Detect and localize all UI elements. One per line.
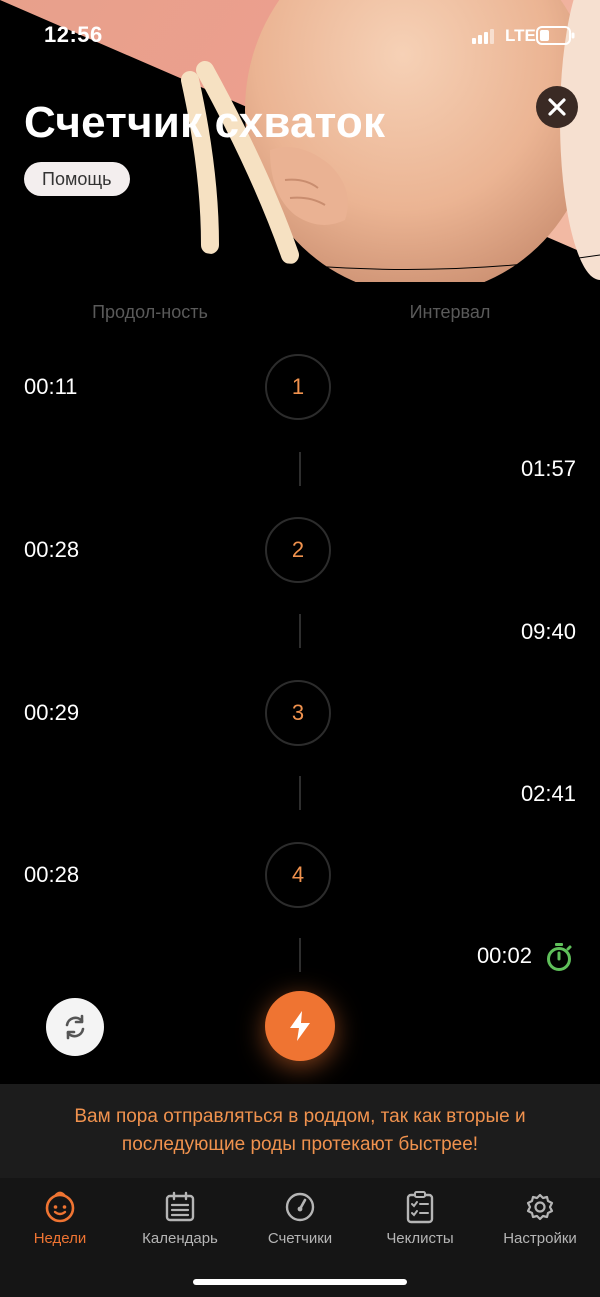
tab-counters[interactable]: Счетчики: [240, 1190, 360, 1247]
status-bar: 12:56 LTE: [0, 0, 600, 72]
tab-label: Недели: [33, 1230, 87, 1247]
timeline-connector: [299, 938, 301, 972]
tab-checklists[interactable]: Чеклисты: [360, 1190, 480, 1247]
help-button[interactable]: Помощь: [24, 162, 130, 196]
tab-label: Календарь: [142, 1230, 218, 1247]
page-title: Счетчик схваток: [24, 98, 386, 147]
home-indicator: [193, 1279, 407, 1285]
contraction-interval: 09:40: [520, 619, 576, 644]
duration-column-header: Продол-ность: [92, 302, 208, 322]
tab-settings[interactable]: Настройки: [480, 1190, 600, 1247]
timeline-connector: [299, 776, 301, 810]
contraction-number: 2: [265, 517, 331, 583]
close-button[interactable]: [536, 86, 578, 128]
gauge-icon: [285, 1192, 315, 1222]
contraction-number: 4: [265, 842, 331, 908]
contraction-number: 3: [265, 680, 331, 746]
tab-label: Счетчики: [267, 1230, 333, 1247]
tab-label: Настройки: [503, 1230, 577, 1247]
timeline-connector: [299, 614, 301, 648]
close-icon: [548, 98, 566, 116]
gear-icon: [526, 1193, 554, 1221]
notice-banner: Вам пора отправляться в роддом, так как …: [0, 1084, 600, 1178]
header-banner: 12:56 LTE Счетчик схваток Помощь: [0, 0, 600, 282]
refresh-icon: [65, 1014, 85, 1040]
calendar-icon: [165, 1191, 195, 1222]
timeline-connector: [299, 452, 301, 486]
contraction-number: 1: [265, 354, 331, 420]
notice-text: Вам пора отправляться в роддом, так как …: [74, 1106, 526, 1155]
contraction-duration: 00:28: [24, 862, 80, 887]
tab-label: Чеклисты: [386, 1230, 454, 1247]
current-interval-timer: 00:02: [476, 943, 532, 968]
lightning-icon: [290, 1011, 310, 1041]
signal-icon: [472, 29, 494, 44]
contraction-interval: 02:41: [520, 781, 576, 806]
contraction-duration: 00:29: [24, 700, 80, 725]
battery-icon: [536, 26, 575, 45]
contraction-duration: 00:28: [24, 537, 80, 562]
baby-face-icon: [45, 1191, 75, 1223]
checklist-icon: [406, 1191, 434, 1224]
contraction-interval: 01:57: [520, 456, 576, 481]
interval-column-header: Интервал: [409, 302, 491, 322]
contraction-duration: 00:11: [24, 374, 78, 399]
stopwatch-icon: [547, 943, 572, 971]
tab-weeks[interactable]: Недели: [0, 1190, 120, 1247]
reset-button[interactable]: [46, 998, 104, 1056]
network-label: LTE: [505, 26, 536, 45]
start-contraction-button[interactable]: [265, 991, 335, 1061]
tab-calendar[interactable]: Календарь: [120, 1190, 240, 1247]
status-time: 12:56: [44, 22, 103, 47]
